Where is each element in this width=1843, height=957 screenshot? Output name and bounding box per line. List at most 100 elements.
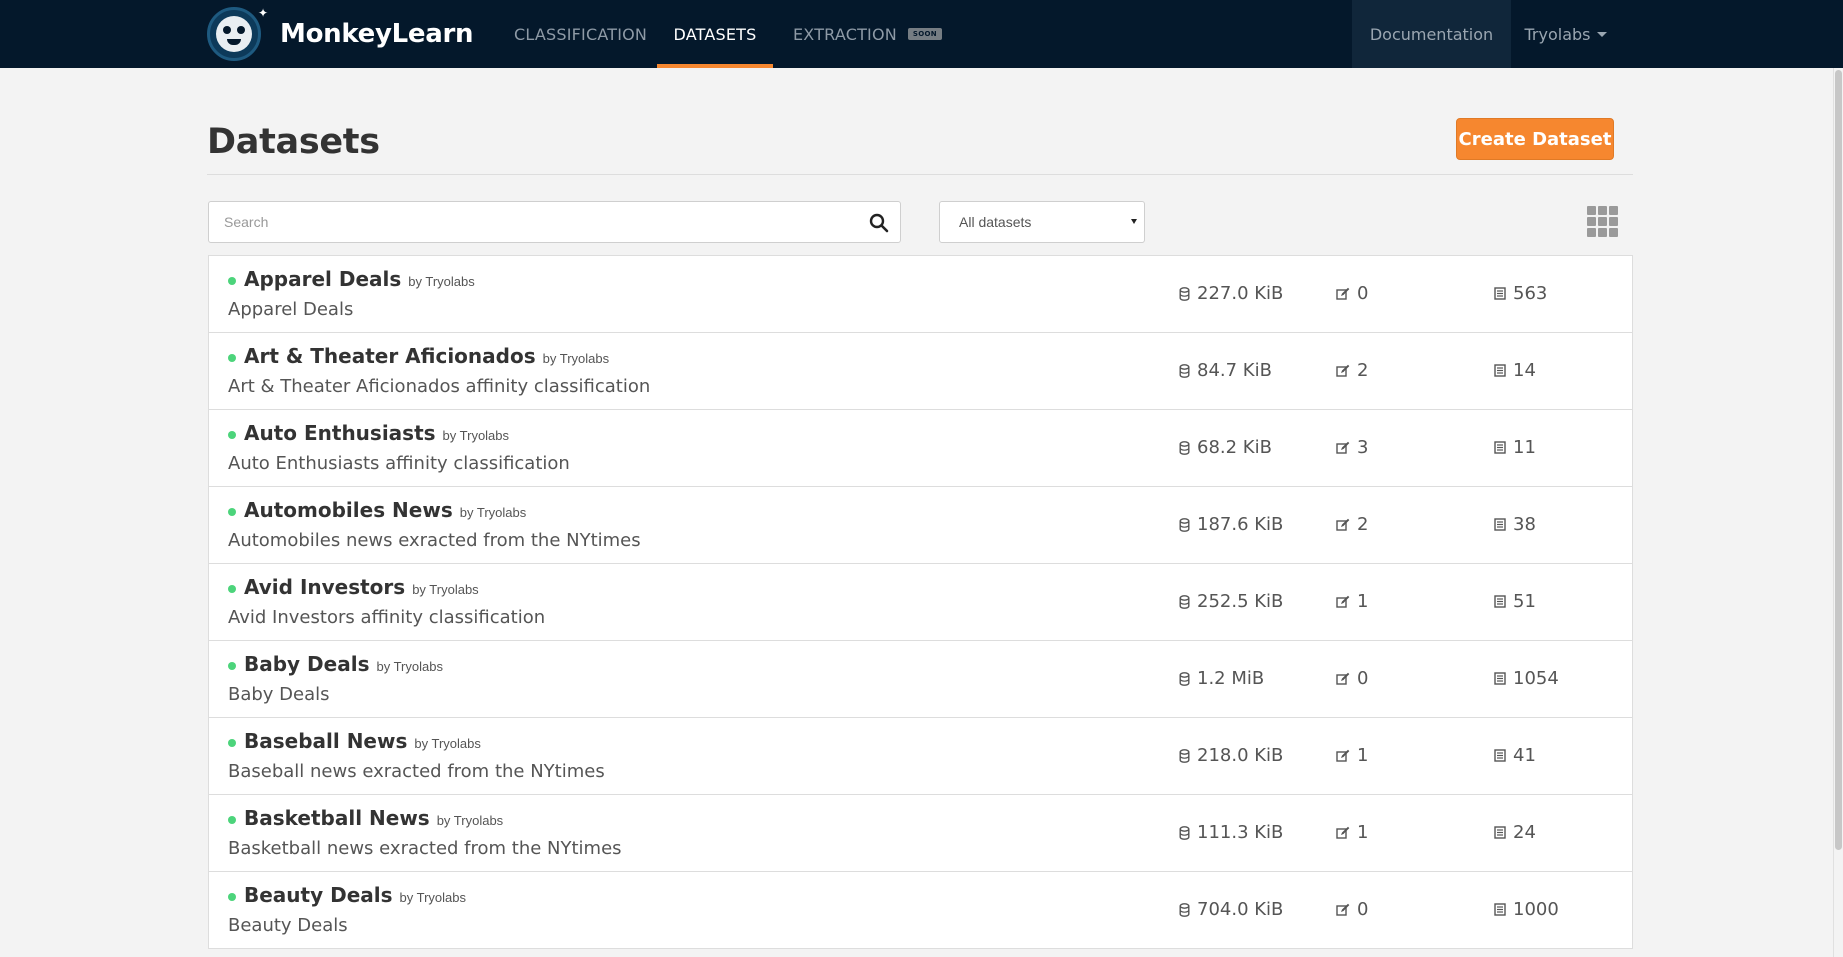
- dataset-author: by Tryolabs: [414, 736, 481, 751]
- search-icon[interactable]: [869, 213, 889, 233]
- search-field[interactable]: [208, 201, 901, 243]
- user-menu-dropdown[interactable]: Tryolabs: [1511, 0, 1620, 68]
- grid-icon[interactable]: [1587, 206, 1618, 237]
- list-icon: [1494, 364, 1506, 377]
- edit-icon: [1336, 826, 1350, 839]
- dataset-categories-value: 0: [1357, 668, 1369, 689]
- dataset-author: by Tryolabs: [376, 659, 443, 674]
- dataset-categories: 0: [1336, 668, 1368, 689]
- page-title: Datasets: [207, 122, 380, 162]
- dataset-filter-select[interactable]: All datasets: [939, 201, 1145, 243]
- dataset-size-value: 187.6 KiB: [1197, 514, 1284, 535]
- dataset-row[interactable]: Baseball News by Tryolabs Baseball news …: [209, 718, 1632, 795]
- dataset-size-value: 218.0 KiB: [1197, 745, 1284, 766]
- dataset-size: 1.2 MiB: [1179, 668, 1264, 689]
- dataset-row[interactable]: Beauty Deals by Tryolabs Beauty Deals 70…: [209, 872, 1632, 949]
- dataset-categories-value: 2: [1357, 360, 1369, 381]
- dataset-categories-value: 1: [1357, 822, 1369, 843]
- dataset-name[interactable]: Auto Enthusiasts: [244, 421, 436, 445]
- edit-icon: [1336, 595, 1350, 608]
- edit-icon: [1336, 903, 1350, 916]
- database-icon: [1179, 286, 1190, 301]
- database-icon: [1179, 594, 1190, 609]
- dataset-categories: 0: [1336, 899, 1368, 920]
- dataset-name[interactable]: Automobiles News: [244, 498, 453, 522]
- dataset-row[interactable]: Automobiles News by Tryolabs Automobiles…: [209, 487, 1632, 564]
- dataset-size-value: 84.7 KiB: [1197, 360, 1272, 381]
- dataset-categories-value: 3: [1357, 437, 1369, 458]
- dataset-categories: 0: [1336, 283, 1368, 304]
- dataset-size: 218.0 KiB: [1179, 745, 1283, 766]
- dataset-samples: 1000: [1494, 899, 1559, 920]
- dataset-filter-value: All datasets: [959, 214, 1032, 230]
- dataset-author: by Tryolabs: [412, 582, 479, 597]
- database-icon: [1179, 363, 1190, 378]
- nav-datasets[interactable]: DATASETS: [657, 0, 773, 68]
- dataset-row[interactable]: Apparel Deals by Tryolabs Apparel Deals …: [209, 256, 1632, 333]
- dataset-samples: 1054: [1494, 668, 1559, 689]
- page-scrollbar-thumb[interactable]: [1835, 70, 1842, 850]
- dataset-samples: 24: [1494, 822, 1536, 843]
- list-icon: [1494, 903, 1506, 916]
- dataset-row[interactable]: Avid Investors by Tryolabs Avid Investor…: [209, 564, 1632, 641]
- dataset-samples-value: 38: [1513, 514, 1536, 535]
- dataset-categories: 1: [1336, 745, 1368, 766]
- dataset-row[interactable]: Art & Theater Aficionados by Tryolabs Ar…: [209, 333, 1632, 410]
- list-icon: [1494, 826, 1506, 839]
- nav-classification-label: CLASSIFICATION: [514, 24, 648, 44]
- dataset-categories-value: 2: [1357, 514, 1369, 535]
- edit-icon: [1336, 518, 1350, 531]
- dataset-name[interactable]: Beauty Deals: [244, 883, 393, 907]
- brand-logo-link[interactable]: ✦ MonkeyLearn: [207, 6, 474, 61]
- search-input[interactable]: [209, 202, 849, 242]
- dataset-categories-value: 1: [1357, 745, 1369, 766]
- dataset-samples-value: 51: [1513, 591, 1536, 612]
- dataset-name[interactable]: Art & Theater Aficionados: [244, 344, 536, 368]
- dataset-samples-value: 41: [1513, 745, 1536, 766]
- dataset-list: Apparel Deals by Tryolabs Apparel Deals …: [208, 255, 1633, 949]
- dataset-row[interactable]: Auto Enthusiasts by Tryolabs Auto Enthus…: [209, 410, 1632, 487]
- database-icon: [1179, 825, 1190, 840]
- list-icon: [1494, 287, 1506, 300]
- database-icon: [1179, 440, 1190, 455]
- soon-badge: SOON: [907, 28, 942, 40]
- dataset-description: Baseball news exracted from the NYtimes: [228, 761, 605, 782]
- dataset-samples: 14: [1494, 360, 1536, 381]
- create-dataset-button[interactable]: Create Dataset: [1456, 118, 1614, 160]
- dataset-samples-value: 563: [1513, 283, 1548, 304]
- list-icon: [1494, 749, 1506, 762]
- header-divider: [207, 174, 1633, 175]
- dataset-size: 227.0 KiB: [1179, 283, 1283, 304]
- nav-documentation[interactable]: Documentation: [1352, 0, 1511, 68]
- database-icon: [1179, 671, 1190, 686]
- database-icon: [1179, 902, 1190, 917]
- dataset-author: by Tryolabs: [436, 813, 504, 828]
- status-dot-icon: [228, 277, 236, 285]
- dataset-size: 252.5 KiB: [1179, 591, 1283, 612]
- brand-name: MonkeyLearn: [280, 19, 474, 49]
- dataset-row[interactable]: Baby Deals by Tryolabs Baby Deals 1.2 Mi…: [209, 641, 1632, 718]
- dataset-name[interactable]: Baby Deals: [244, 652, 369, 676]
- status-dot-icon: [228, 354, 236, 362]
- dataset-author: by Tryolabs: [542, 351, 610, 366]
- nav-extraction-label: EXTRACTION: [793, 24, 897, 44]
- monkey-logo-icon: ✦: [207, 6, 268, 61]
- nav-extraction[interactable]: EXTRACTION SOON: [793, 0, 942, 68]
- dataset-row[interactable]: Basketball News by Tryolabs Basketball n…: [209, 795, 1632, 872]
- nav-classification[interactable]: CLASSIFICATION: [514, 0, 647, 68]
- dataset-name[interactable]: Basketball News: [244, 806, 430, 830]
- edit-icon: [1336, 287, 1350, 300]
- dataset-samples-value: 14: [1513, 360, 1536, 381]
- dataset-author: by Tryolabs: [408, 274, 475, 289]
- dataset-categories: 1: [1336, 822, 1368, 843]
- dataset-name[interactable]: Apparel Deals: [244, 267, 401, 291]
- dataset-samples: 51: [1494, 591, 1536, 612]
- dataset-author: by Tryolabs: [399, 890, 467, 905]
- edit-icon: [1336, 672, 1350, 685]
- chevron-down-icon: [1596, 31, 1607, 37]
- dataset-categories: 3: [1336, 437, 1368, 458]
- dataset-name[interactable]: Avid Investors: [244, 575, 405, 599]
- dataset-name[interactable]: Baseball News: [244, 729, 407, 753]
- database-icon: [1179, 748, 1190, 763]
- dataset-size-value: 68.2 KiB: [1197, 437, 1272, 458]
